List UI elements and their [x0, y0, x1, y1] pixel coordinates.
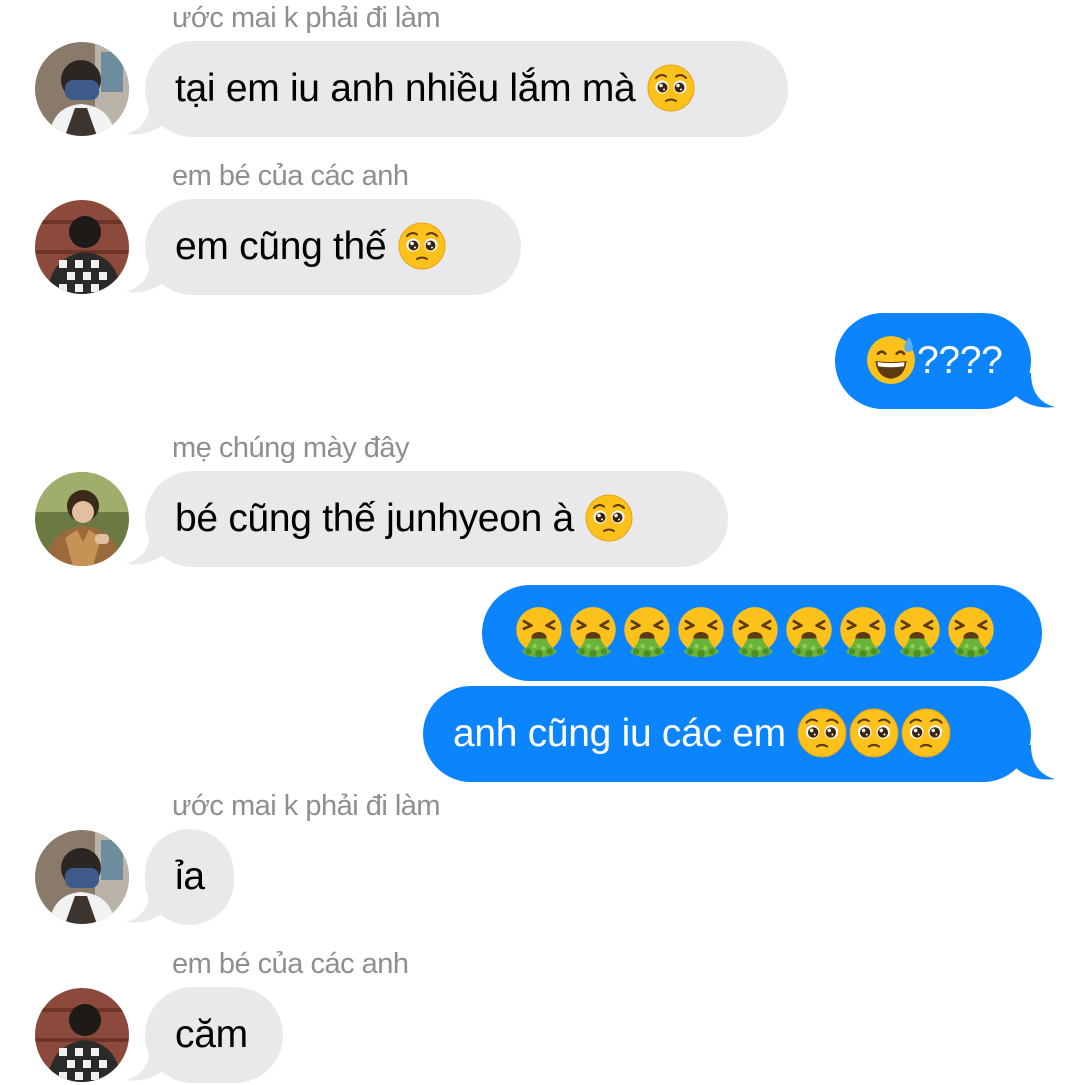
sender-name: ước mai k phải đi làm: [172, 790, 441, 822]
sender-name: ước mai k phải đi làm: [172, 2, 441, 34]
message-bubble[interactable]: [482, 585, 1042, 681]
grinning-sweat-emoji: [865, 334, 917, 386]
vomiting-face-emoji: [674, 605, 728, 659]
avatar[interactable]: [35, 42, 129, 136]
vomiting-face-emoji: [890, 605, 944, 659]
message-bubble[interactable]: anh cũng iu các em: [423, 686, 1031, 782]
message-bubble[interactable]: căm: [145, 987, 283, 1083]
message-text: bé cũng thế junhyeon à: [175, 497, 574, 540]
pleading-face-emoji: [584, 493, 634, 543]
message-bubble[interactable]: em cũng thế: [145, 199, 521, 295]
avatar[interactable]: [35, 200, 129, 294]
sender-name: em bé của các anh: [172, 160, 409, 192]
message-bubble[interactable]: tại em iu anh nhiều lắm mà: [145, 41, 788, 137]
vomiting-face-emoji: [620, 605, 674, 659]
message-text: em cũng thế: [175, 225, 387, 268]
message-bubble[interactable]: ????: [835, 313, 1031, 409]
message-bubble[interactable]: ỉa: [145, 829, 234, 925]
message-text: căm: [175, 1013, 248, 1056]
avatar[interactable]: [35, 472, 129, 566]
vomiting-face-emoji: [512, 605, 566, 659]
pleading-face-emoji: [796, 707, 848, 759]
message-text: anh cũng iu các em: [453, 712, 786, 755]
pleading-face-emoji: [848, 707, 900, 759]
vomiting-face-emoji: [836, 605, 890, 659]
sender-name: mẹ chúng mày đây: [172, 432, 410, 464]
message-text: ????: [917, 339, 1003, 382]
message-bubble[interactable]: bé cũng thế junhyeon à: [145, 471, 728, 567]
vomiting-face-emoji: [782, 605, 836, 659]
sender-name: em bé của các anh: [172, 948, 409, 980]
pleading-face-emoji: [397, 221, 447, 271]
message-text: ỉa: [175, 855, 205, 898]
vomiting-face-emoji: [944, 605, 998, 659]
pleading-face-emoji: [646, 63, 696, 113]
avatar[interactable]: [35, 830, 129, 924]
vomiting-face-emoji: [566, 605, 620, 659]
message-text: tại em iu anh nhiều lắm mà: [175, 67, 636, 110]
vomiting-face-emoji: [728, 605, 782, 659]
pleading-face-emoji: [900, 707, 952, 759]
avatar[interactable]: [35, 988, 129, 1082]
